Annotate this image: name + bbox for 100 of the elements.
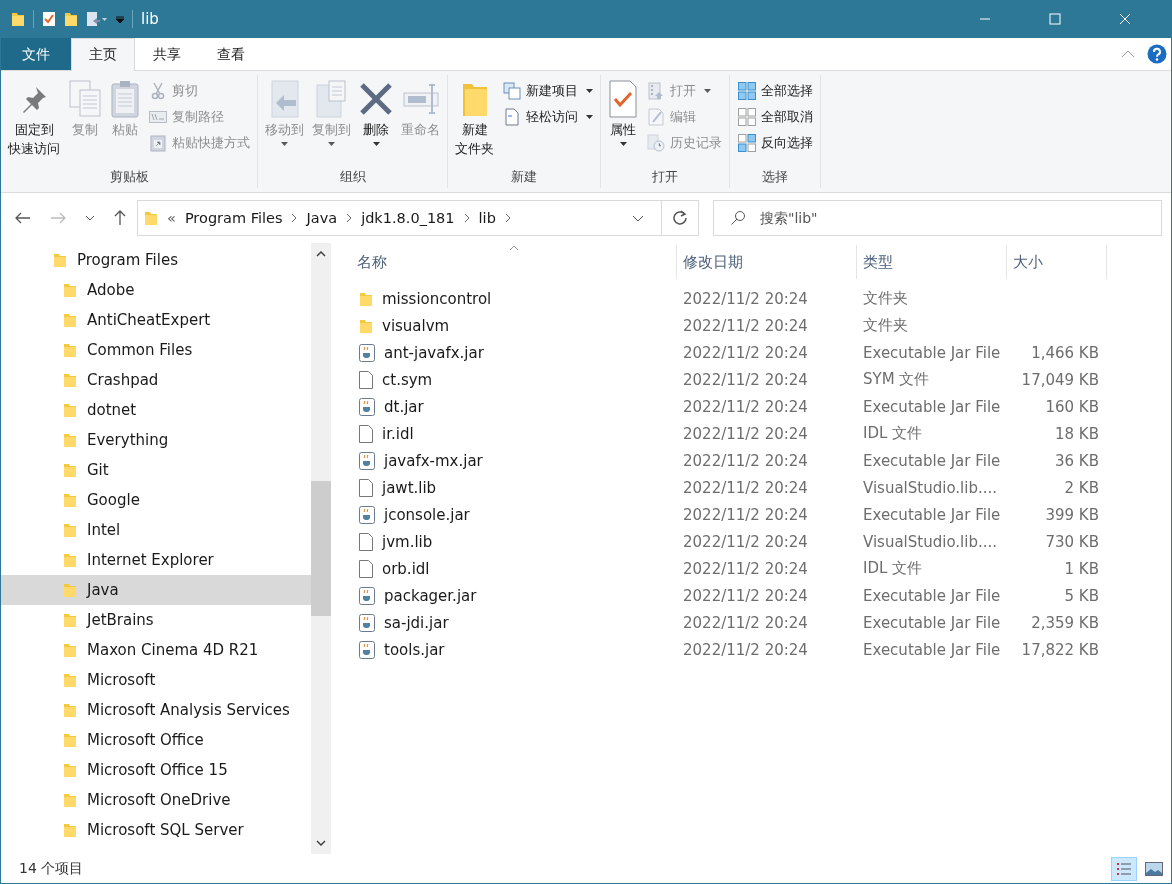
table-cell-text: 2022/11/2 20:24 <box>682 559 809 578</box>
file-icon <box>359 559 373 578</box>
scrollbar-thumb[interactable] <box>311 481 331 616</box>
file-icon <box>359 370 373 389</box>
table-cell-text: 2022/11/2 20:24 <box>682 424 809 443</box>
file-name[interactable]: orb.idl <box>382 559 430 578</box>
item-count: 14 个项目 <box>19 859 84 878</box>
tree-item[interactable]: Microsoft OneDrive <box>1 785 311 815</box>
tree-item[interactable]: Program Files <box>1 245 311 275</box>
file-name[interactable]: javafx-mx.jar <box>384 451 483 470</box>
tree-item[interactable]: Maxon Cinema 4D R21 <box>1 635 311 665</box>
chevron-down-icon[interactable] <box>85 215 95 221</box>
tree-item[interactable]: Google <box>1 485 311 515</box>
ribbon-button[interactable]: 新建 文件夹 <box>452 75 497 168</box>
tree-item[interactable]: JetBrains <box>1 605 311 635</box>
table-cell-text: VisualStudio.lib.... <box>862 478 998 497</box>
ribbon-button[interactable]: 轻松访问 <box>499 105 596 129</box>
file-menu-button[interactable]: 文件 <box>1 38 71 70</box>
folder-icon <box>144 210 158 226</box>
search-box[interactable]: 搜索"lib" <box>713 200 1162 236</box>
history-dropdown-icon[interactable] <box>632 214 644 222</box>
overflow-button[interactable]: « <box>167 210 176 226</box>
file-name[interactable]: visualvm <box>382 316 450 335</box>
chevron-right-icon[interactable] <box>504 213 511 223</box>
table-cell-text: 730 KB <box>1044 532 1099 551</box>
tree-item[interactable]: Microsoft Analysis Services <box>1 695 311 725</box>
ribbon-button[interactable]: 固定到 快速访问 <box>5 75 63 168</box>
file-name[interactable]: packager.jar <box>384 586 477 605</box>
column-header[interactable]: 名称 <box>357 245 677 279</box>
tree-item[interactable]: Microsoft SQL Server <box>1 815 311 845</box>
tree-item[interactable]: AntiCheatExpert <box>1 305 311 335</box>
close-icon[interactable] <box>1119 13 1131 25</box>
details-view-button[interactable] <box>1111 856 1137 881</box>
file-name[interactable]: ct.sym <box>382 370 433 389</box>
chevron-right-icon[interactable] <box>463 213 470 223</box>
maximize-icon[interactable] <box>1049 13 1061 25</box>
customize-dropdown-icon[interactable] <box>116 15 124 23</box>
breadcrumb-item[interactable]: Java <box>306 210 338 226</box>
column-header[interactable]: 修改日期 <box>677 245 857 279</box>
table-cell-text: Executable Jar File <box>862 451 1002 470</box>
tree-item[interactable]: Git <box>1 455 311 485</box>
file-name[interactable]: jvm.lib <box>382 532 433 551</box>
tree-item[interactable]: Microsoft <box>1 665 311 695</box>
sort-indicator-icon <box>509 245 519 251</box>
ribbon-button[interactable]: 全部取消 <box>734 105 816 129</box>
file-name[interactable]: tools.jar <box>384 640 445 659</box>
file-name[interactable]: dt.jar <box>384 397 424 416</box>
chevron-right-icon[interactable] <box>346 213 353 223</box>
file-name[interactable]: missioncontrol <box>382 289 492 308</box>
collapse-ribbon-icon[interactable] <box>1121 50 1135 58</box>
ribbon-button[interactable]: 反向选择 <box>734 131 816 155</box>
file-name[interactable]: ant-javafx.jar <box>384 343 484 362</box>
tree-item[interactable]: Java <box>1 575 311 605</box>
scroll-up-icon[interactable] <box>316 251 326 257</box>
tree-item[interactable]: Everything <box>1 425 311 455</box>
chevron-right-icon[interactable] <box>291 213 298 223</box>
tree-item[interactable]: Adobe <box>1 275 311 305</box>
folder-icon <box>359 290 373 307</box>
details-icon[interactable] <box>1116 861 1132 876</box>
tree-item[interactable]: dotnet <box>1 395 311 425</box>
refresh-icon[interactable] <box>672 210 688 226</box>
column-header[interactable]: 大小 <box>1007 245 1107 279</box>
ribbon-button[interactable]: 全部选择 <box>734 79 816 103</box>
scrollbar[interactable] <box>311 243 331 854</box>
folder-icon <box>63 822 77 838</box>
table-cell-text: Executable Jar File <box>862 397 1002 416</box>
file-name[interactable]: jconsole.jar <box>384 505 470 524</box>
path-icon <box>149 111 167 123</box>
search-input[interactable]: 搜索"lib" <box>760 201 1161 235</box>
column-header[interactable]: 类型 <box>857 245 1007 279</box>
file-name[interactable]: sa-jdi.jar <box>384 613 449 632</box>
ribbon-button[interactable]: 删除 <box>356 75 396 168</box>
help-icon[interactable] <box>1147 44 1167 64</box>
tree-item[interactable]: Crashpad <box>1 365 311 395</box>
folder-icon <box>63 702 77 718</box>
breadcrumb-item[interactable]: Program Files <box>184 210 283 226</box>
jar-file-icon <box>359 505 375 524</box>
properties-icon[interactable] <box>42 11 56 27</box>
file-name[interactable]: jawt.lib <box>382 478 437 497</box>
file-name[interactable]: ir.idl <box>382 424 414 443</box>
tree-item[interactable]: Microsoft Office <box>1 725 311 755</box>
breadcrumb-item[interactable]: jdk1.8.0_181 <box>361 210 455 226</box>
scroll-down-icon[interactable] <box>316 840 326 846</box>
table-cell-text: 2022/11/2 20:24 <box>682 370 809 389</box>
table-cell-text: 2022/11/2 20:24 <box>682 316 809 335</box>
table-cell-text: 2022/11/2 20:24 <box>682 505 809 524</box>
address-bar[interactable]: « Program Files Java jdk1.8.0_181 lib <box>137 200 699 236</box>
ribbon-button[interactable]: 属性 <box>605 75 641 168</box>
folder-icon <box>63 732 77 748</box>
ribbon-button[interactable]: 新建项目 <box>499 79 596 103</box>
thumbnails-icon[interactable] <box>1145 861 1163 876</box>
ribbon-tab[interactable]: 主页 <box>71 38 135 71</box>
tree-item[interactable]: Common Files <box>1 335 311 365</box>
table-cell-text: VisualStudio.lib.... <box>862 532 998 551</box>
tree-item[interactable]: Intel <box>1 515 311 545</box>
back-icon[interactable] <box>15 212 31 224</box>
tree-item[interactable]: Internet Explorer <box>1 545 311 575</box>
tree-item[interactable]: Microsoft Office 15 <box>1 755 311 785</box>
up-icon[interactable] <box>114 210 126 226</box>
breadcrumb-item[interactable]: lib <box>478 210 496 226</box>
